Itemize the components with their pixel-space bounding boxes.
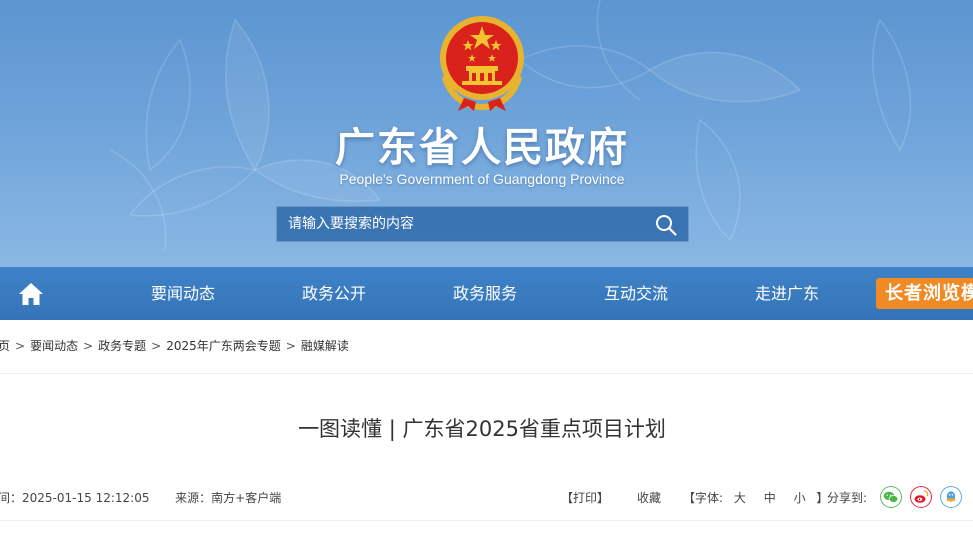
breadcrumb-item-two-sessions[interactable]: 2025年广东两会专题 [166,339,281,353]
source-label: 来源： [175,491,212,505]
article-meta: 时间：2025-01-15 12:12:05 来源：南方+客户端 [0,488,281,508]
breadcrumb-separator: > [83,339,94,353]
breadcrumb-item-gov-topics[interactable]: 政务专题 [98,339,146,353]
nav-item-gov-affairs-public[interactable]: 政务公开 [302,267,366,320]
share-label: 分享到: [827,491,868,505]
header-banner: 广东省人民政府 People's Government of Guangdong… [0,0,973,267]
nav-item-news[interactable]: 要闻动态 [151,267,215,320]
nav-item-about-guangdong[interactable]: 走进广东 [755,267,819,320]
source-value: 南方+客户端 [211,491,282,505]
breadcrumb-separator: > [151,339,162,353]
search-bar [276,206,689,242]
main-nav: 要闻动态 政务公开 政务服务 互动交流 走进广东 [0,267,973,320]
breadcrumb-item-news[interactable]: 要闻动态 [30,339,78,353]
breadcrumb-separator: > [285,339,296,353]
publish-time-label: 时间： [0,491,23,505]
nav-item-interaction[interactable]: 互动交流 [604,267,668,320]
font-size-medium[interactable]: 中 [764,491,776,505]
search-input[interactable] [277,207,647,241]
breadcrumb: 首页 > 要闻动态 > 政务专题 >2025年广东两会专题 > 融媒解读 [0,336,349,356]
national-emblem-icon [440,16,524,111]
nav-item-gov-services[interactable]: 政务服务 [453,267,517,320]
site-subtitle: People's Government of Guangdong Provinc… [339,171,625,187]
qq-icon[interactable] [940,486,962,508]
breadcrumb-divider [0,373,973,374]
print-button[interactable]: 【打印】 [561,488,609,508]
font-size-label: 【字体: [683,491,724,505]
site-title: 广东省人民政府 [335,125,629,171]
font-size-small[interactable]: 小 [794,491,806,505]
elder-mode-button[interactable]: 长者浏览模式 [876,278,973,309]
collect-button[interactable]: 收藏 [637,488,661,508]
publish-time: 2025-01-15 12:12:05 [22,491,150,505]
breadcrumb-item-home[interactable]: 首页 [0,339,10,353]
home-icon[interactable] [18,282,44,306]
article-title: 一图读懂 | 广东省2025省重点项目计划 [298,417,666,441]
wechat-icon[interactable] [880,486,902,508]
breadcrumb-separator: > [15,339,26,353]
search-icon[interactable] [654,213,678,237]
weibo-icon[interactable] [910,486,932,508]
font-size-controls: 【字体: 大 中 小 】 [683,488,828,508]
font-size-large[interactable]: 大 [734,491,746,505]
content-divider [0,520,973,521]
breadcrumb-item-media-interpretation[interactable]: 融媒解读 [301,339,349,353]
